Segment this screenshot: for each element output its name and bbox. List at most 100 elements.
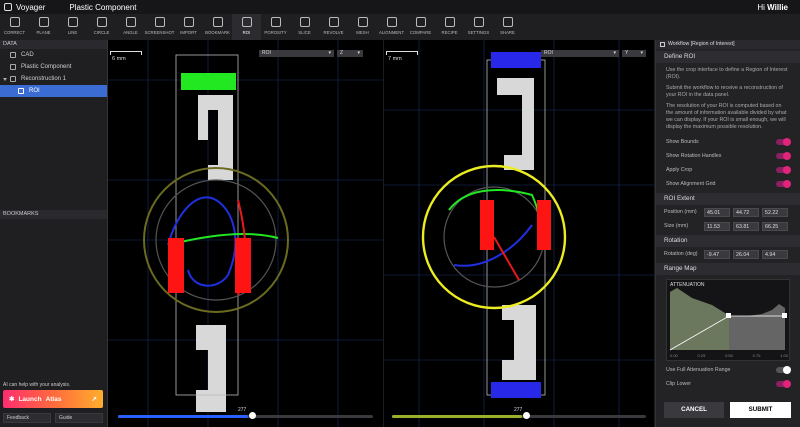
cube-icon xyxy=(10,76,16,82)
mesh-icon xyxy=(10,64,16,70)
tree-item-cad[interactable]: CAD xyxy=(0,49,107,61)
axis-select[interactable]: Y ▾ xyxy=(622,50,646,57)
toolbar-screenshot-button[interactable]: SCREENSHOT xyxy=(145,14,174,40)
rotation-y-input[interactable]: 26.04 xyxy=(733,249,759,259)
toolbar-circle-button[interactable]: CIRCLE xyxy=(87,14,116,40)
slider-knob[interactable] xyxy=(523,412,530,419)
toolbar-line-button[interactable]: LINE xyxy=(58,14,87,40)
toggle-label: Clip Lower xyxy=(666,381,692,387)
workflow-panel: Workflow [Region of Interest] Define ROI… xyxy=(655,40,800,427)
voyager-logo-icon xyxy=(4,3,12,11)
document-title: Plastic Component xyxy=(69,2,137,12)
position-y-input[interactable]: 44.72 xyxy=(733,207,759,217)
slice-slider-left[interactable] xyxy=(118,412,373,419)
roi-icon xyxy=(241,17,252,27)
toolbar-settings-button[interactable]: SETTINGS xyxy=(464,14,493,40)
tree-item-reconstruction[interactable]: Reconstruction 1 xyxy=(0,73,107,85)
viewport-left-controls: ROI ▾ Z ▾ xyxy=(259,50,363,57)
slice-view-left[interactable] xyxy=(108,40,383,427)
toolbar-correct-button[interactable]: CORRECT xyxy=(0,14,29,40)
toolbar-bookmark-button[interactable]: BOOKMARK xyxy=(203,14,232,40)
show-rotation-handles-toggle[interactable] xyxy=(776,152,791,160)
rotation-row: Rotation (deg) -9.47 26.04 4.94 xyxy=(656,247,800,261)
viewport-left[interactable]: 6 mm ROI ▾ Z ▾ 277 xyxy=(108,40,383,427)
bookmark-icon xyxy=(212,17,223,27)
settings-icon xyxy=(473,17,484,27)
slider-knob[interactable] xyxy=(249,412,256,419)
slice-view-right[interactable] xyxy=(384,40,654,427)
size-z-input[interactable]: 66.25 xyxy=(762,221,788,231)
scale-label: 6 mm xyxy=(112,56,126,62)
toggle-label: Apply Crop xyxy=(666,167,693,173)
bound-handle-right[interactable] xyxy=(537,200,551,250)
toolbar-porosity-button[interactable]: POROSITY xyxy=(261,14,290,40)
toolbar-share-button[interactable]: SHARE xyxy=(493,14,522,40)
size-label: Size (mm) xyxy=(664,223,689,229)
axis-select[interactable]: Z ▾ xyxy=(337,50,363,57)
toolbar-import-button[interactable]: IMPORT xyxy=(174,14,203,40)
range-handle-lower[interactable] xyxy=(726,313,731,318)
size-y-input[interactable]: 63.81 xyxy=(733,221,759,231)
position-x-input[interactable]: 45.01 xyxy=(704,207,730,217)
chevron-down-icon[interactable] xyxy=(3,77,7,81)
slice-slider-right[interactable] xyxy=(392,412,646,419)
bound-handle-bottom[interactable] xyxy=(491,382,541,398)
mode-select[interactable]: ROI ▾ xyxy=(541,50,619,57)
bound-handle-left[interactable] xyxy=(168,238,184,293)
range-handle-upper[interactable] xyxy=(782,313,787,318)
show-bounds-toggle[interactable] xyxy=(776,138,791,146)
toolbar-compare-button[interactable]: COMPARE xyxy=(406,14,435,40)
slider-fill xyxy=(392,415,522,418)
show-alignment-grid-toggle[interactable] xyxy=(776,180,791,188)
launch-atlas-button[interactable]: ✱ Launch Atlas ↗ xyxy=(3,390,103,408)
histogram-svg[interactable] xyxy=(667,280,791,362)
bound-handle-top[interactable] xyxy=(491,52,541,68)
attenuation-histogram[interactable]: ATTENUATION 0.00 0.25 0.50 0.75 1.00 xyxy=(666,279,790,361)
toolbar-recipe-button[interactable]: RECIPE xyxy=(435,14,464,40)
cancel-button[interactable]: CANCEL xyxy=(664,402,724,418)
bound-handle-top[interactable] xyxy=(181,73,236,90)
roi-extent-header: ROI Extent xyxy=(656,193,800,205)
mode-select[interactable]: ROI ▾ xyxy=(259,50,334,57)
revolve-icon xyxy=(328,17,339,27)
guide-button[interactable]: Guide xyxy=(55,413,103,423)
slice-number: 277 xyxy=(514,407,523,413)
full-attenuation-toggle[interactable] xyxy=(776,366,791,374)
mode-value: ROI xyxy=(262,50,271,56)
toggle-row-apply-crop: Apply Crop xyxy=(656,163,800,177)
size-x-input[interactable]: 11.53 xyxy=(704,221,730,231)
data-section-header: DATA xyxy=(0,40,107,49)
position-z-input[interactable]: 52.22 xyxy=(762,207,788,217)
bound-handle-right[interactable] xyxy=(235,238,251,293)
submit-button[interactable]: SUBMIT xyxy=(730,402,791,418)
viewport-right[interactable]: 7 mm ROI ▾ Y ▾ 277 xyxy=(384,40,654,427)
toolbar-label: POROSITY xyxy=(264,30,287,35)
toolbar-roi-button[interactable]: ROI xyxy=(232,14,261,40)
rotation-handle-green[interactable] xyxy=(167,233,279,246)
line-icon xyxy=(67,17,78,27)
feedback-button[interactable]: Feedback xyxy=(3,413,51,423)
toolbar-slice-button[interactable]: SLICE xyxy=(290,14,319,40)
toolbar-plane-button[interactable]: PLANE xyxy=(29,14,58,40)
apply-crop-toggle[interactable] xyxy=(776,166,791,174)
toolbar-revolve-button[interactable]: REVOLVE xyxy=(319,14,348,40)
instructions-1: Use the crop interface to define a Regio… xyxy=(666,67,788,80)
toolbar-label: LINE xyxy=(67,30,78,35)
scale-bar xyxy=(386,51,418,55)
bound-handle-left[interactable] xyxy=(480,200,494,250)
clip-lower-toggle[interactable] xyxy=(776,380,791,388)
tree-item-plastic-component[interactable]: Plastic Component xyxy=(0,61,107,73)
toggle-label: Show Alignment Grid xyxy=(666,181,716,187)
slice-number: 277 xyxy=(238,407,247,413)
toolbar-alignment-button[interactable]: ALIGNMENT xyxy=(377,14,406,40)
position-row: Position (mm) 45.01 44.72 52.22 xyxy=(656,205,800,219)
toolbar-label: MESH xyxy=(356,30,369,35)
rotation-x-input[interactable]: -9.47 xyxy=(704,249,730,259)
tree-item-roi[interactable]: ROI xyxy=(0,85,107,97)
viewport-right-controls: ROI ▾ Y ▾ xyxy=(541,50,646,57)
user-greeting[interactable]: Hi Willie xyxy=(757,3,788,12)
toolbar-angle-button[interactable]: ANGLE xyxy=(116,14,145,40)
instructions-2: Submit the workflow to receive a reconst… xyxy=(666,85,783,98)
rotation-z-input[interactable]: 4.94 xyxy=(762,249,788,259)
toolbar-mesh-button[interactable]: MESH xyxy=(348,14,377,40)
